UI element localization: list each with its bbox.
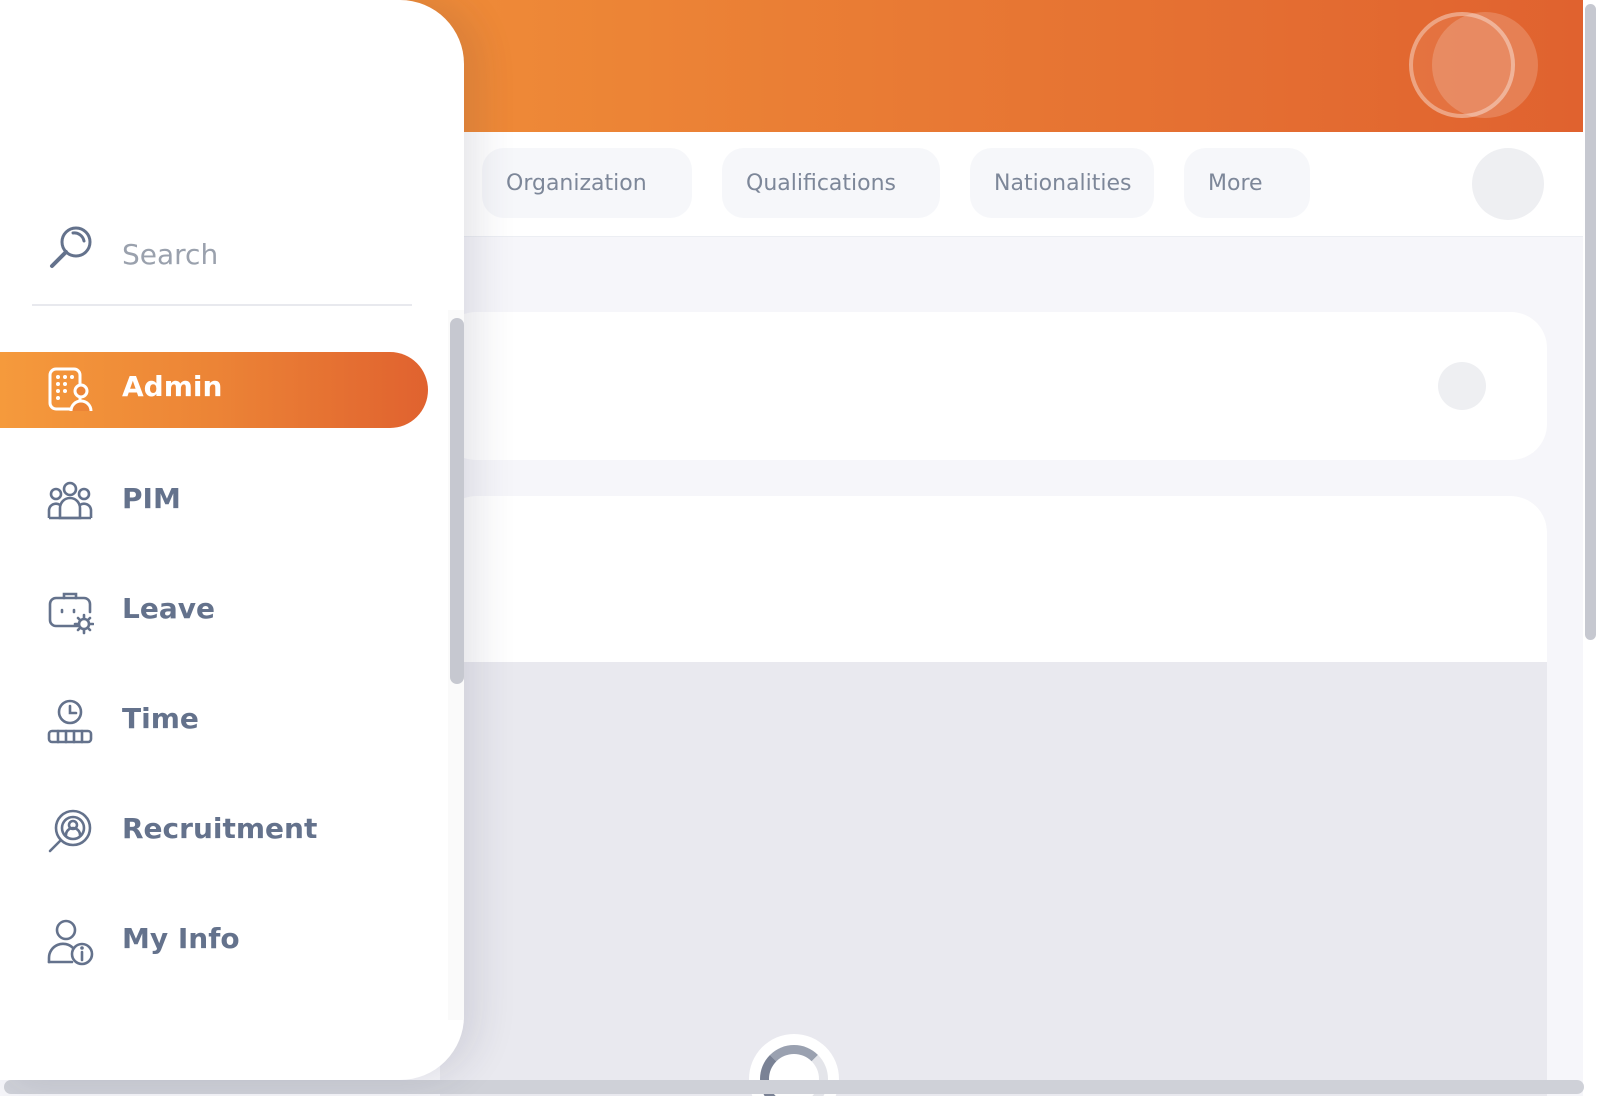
help-button[interactable]	[1472, 148, 1544, 220]
sidebar-item-leave[interactable]: Leave	[0, 574, 428, 650]
filter-card-skeleton	[440, 312, 1547, 460]
tab-label: More	[1208, 170, 1263, 196]
sidebar-item-recruitment[interactable]: Recruitment	[0, 794, 428, 870]
tab-more[interactable]: More	[1184, 148, 1310, 218]
leave-icon	[48, 592, 94, 635]
tab-organization[interactable]: Organization	[482, 148, 692, 218]
results-header-skeleton	[440, 496, 1547, 662]
horizontal-scrollbar-thumb[interactable]	[4, 1080, 1584, 1094]
sidebar-item-my-info[interactable]: My Info	[0, 904, 428, 980]
sidebar-item-time[interactable]: Time	[0, 684, 428, 760]
tab-label: Qualifications	[746, 170, 897, 196]
results-card-skeleton	[440, 496, 1547, 1096]
sidebar-item-label: Leave	[122, 592, 215, 625]
admin-icon	[48, 367, 93, 412]
sidebar-search[interactable]: Search	[32, 212, 412, 306]
pim-icon	[47, 481, 93, 520]
user-avatar-icon[interactable]	[1409, 12, 1515, 118]
sidebar-item-label: Admin	[122, 370, 223, 403]
sidebar-item-label: Recruitment	[122, 812, 318, 845]
sidebar-item-label: PIM	[122, 482, 181, 515]
vertical-scrollbar-thumb[interactable]	[1585, 4, 1596, 640]
tab-label: Organization	[506, 170, 647, 196]
sidebar-item-admin[interactable]: Admin	[0, 352, 428, 428]
time-icon	[47, 699, 93, 744]
search-icon	[50, 226, 92, 268]
my-info-icon	[47, 919, 94, 966]
tab-label: Nationalities	[994, 170, 1132, 196]
sidebar-item-pim[interactable]: PIM	[0, 464, 428, 540]
tab-qualifications[interactable]: Qualifications	[722, 148, 940, 218]
toggle-button-skeleton[interactable]	[1438, 362, 1486, 410]
search-input[interactable]: Search	[122, 238, 218, 271]
sidebar: Search Admin PIM Leave Time Recruitment …	[0, 0, 464, 1080]
sidebar-item-label: My Info	[122, 922, 240, 955]
sidebar-item-label: Time	[122, 702, 199, 735]
tab-nationalities[interactable]: Nationalities	[970, 148, 1154, 218]
recruitment-icon	[48, 809, 92, 853]
sidebar-scrollbar-thumb[interactable]	[450, 318, 464, 684]
